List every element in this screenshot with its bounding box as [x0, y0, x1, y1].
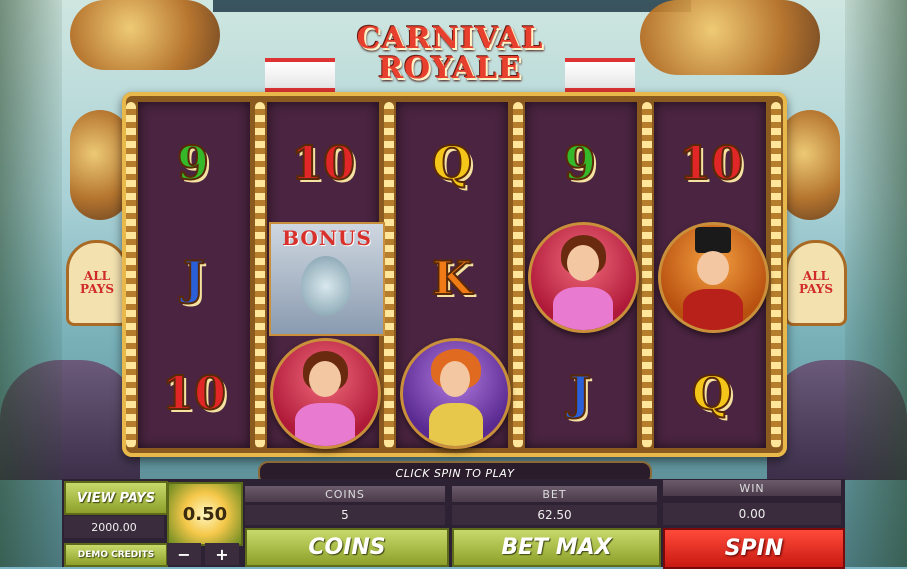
face: [309, 361, 341, 397]
dress: [553, 287, 613, 330]
dress: [295, 403, 355, 446]
spin-button[interactable]: SPIN: [663, 528, 845, 569]
showgirl-red-symbol: [528, 222, 639, 333]
red-coat: [683, 289, 743, 330]
symbol-nine: 9: [176, 135, 210, 191]
title-line-1: CARNIVAL: [356, 21, 544, 56]
gold-scroll-right: [640, 0, 820, 75]
win-value: 0.00: [663, 503, 841, 525]
symbol-jack: J: [568, 365, 592, 421]
symbol-king: K: [431, 250, 473, 306]
right-edge-shade: [845, 0, 907, 567]
bonus-symbol: BONUS: [269, 222, 385, 336]
symbol-ten: 10: [290, 135, 356, 191]
light-bulb-column: [384, 102, 394, 448]
bonus-label: BONUS: [282, 226, 372, 250]
left-edge-shade: [0, 0, 62, 567]
increase-coin-button[interactable]: +: [205, 543, 239, 565]
symbol-ten: 10: [678, 135, 744, 191]
face: [697, 251, 729, 285]
dress: [429, 403, 483, 446]
crystal-ball-icon: [301, 256, 351, 316]
light-bulb-column: [642, 102, 652, 448]
game-title: CARNIVAL ROYALE: [320, 24, 580, 94]
showgirl-red-symbol: [270, 338, 381, 449]
symbol-nine: 9: [563, 135, 597, 191]
symbol-queen: Q: [431, 135, 473, 191]
gold-scroll-left: [70, 0, 220, 70]
light-bulb-column: [126, 102, 136, 448]
face: [567, 245, 599, 281]
symbol-ten: 10: [161, 365, 227, 421]
coin-value: 0.50: [182, 503, 228, 525]
bet-value: 62.50: [452, 505, 657, 525]
coins-button[interactable]: COINS: [245, 528, 449, 567]
gold-scroll-right-lower: [780, 110, 840, 220]
symbol-queen: Q: [691, 365, 733, 421]
light-bulb-column: [255, 102, 265, 448]
ringmaster-symbol: [658, 222, 769, 333]
credits-value: 2000.00: [64, 516, 164, 538]
light-bulb-column: [513, 102, 523, 448]
all-pays-sign-right: ALL PAYS: [785, 240, 847, 326]
title-line-2: ROYALE: [378, 51, 522, 86]
coins-value: 5: [245, 505, 445, 525]
demo-credits-label: DEMO CREDITS: [64, 543, 168, 567]
top-status-bar: [213, 0, 691, 12]
coin-value-display: 0.50: [167, 482, 243, 546]
top-hat-icon: [695, 227, 731, 253]
gold-scroll-left-lower: [70, 110, 130, 220]
symbol-jack: J: [182, 250, 206, 306]
bet-label: BET: [452, 486, 657, 502]
face: [440, 361, 470, 397]
showgirl-purple-symbol: [400, 338, 511, 449]
all-pays-sign-left: ALL PAYS: [66, 240, 128, 326]
view-pays-button[interactable]: VIEW PAYS: [64, 481, 168, 515]
light-bulb-column: [771, 102, 781, 448]
bet-max-button[interactable]: BET MAX: [452, 528, 661, 567]
decrease-coin-button[interactable]: −: [167, 543, 201, 565]
coins-label: COINS: [245, 486, 445, 502]
win-label: WIN: [663, 480, 841, 496]
